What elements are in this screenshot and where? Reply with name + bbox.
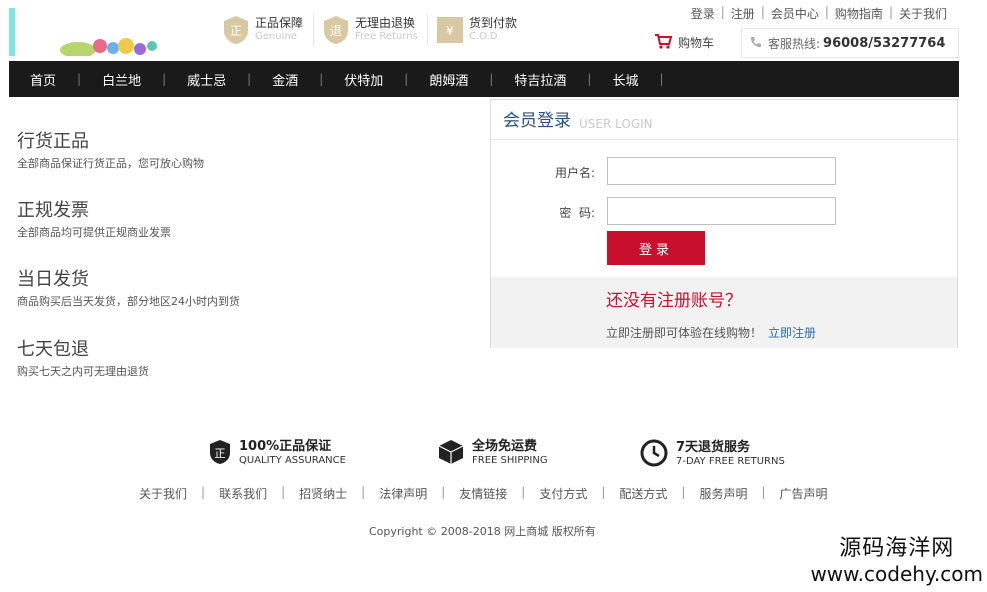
promise-genuine: 正 正品保障 Genuine bbox=[222, 14, 303, 46]
guarantee-en: QUALITY ASSURANCE bbox=[239, 454, 346, 466]
top-link-about[interactable]: 关于我们 bbox=[893, 5, 953, 22]
divider bbox=[313, 14, 314, 46]
feature-desc: 商品购买后当天发货，部分地区24小时内到货 bbox=[17, 295, 240, 308]
promise-returns: 退 无理由退换 Free Returns bbox=[322, 14, 418, 46]
feature-same-day: 当日发货 商品购买后当天发货，部分地区24小时内到货 bbox=[17, 265, 240, 309]
promise-title: 正品保障 bbox=[255, 16, 304, 30]
watermark-line1: 源码海洋网 bbox=[839, 536, 955, 561]
svg-text:正: 正 bbox=[215, 447, 226, 460]
guarantee-en: 7-DAY FREE RETURNS bbox=[676, 455, 785, 467]
svg-text:退: 退 bbox=[330, 24, 342, 38]
guarantee-quality: 正 100%正品保证 QUALITY ASSURANCE bbox=[209, 439, 346, 468]
feature-invoice: 正规发票 全部商品均可提供正规商业发票 bbox=[17, 196, 171, 240]
hotline-box: 客服热线: 96008/53277764 bbox=[741, 28, 959, 58]
nav-item-rum[interactable]: 朗姆酒 bbox=[408, 70, 489, 89]
promise-cod: ¥ 货到付款 C.O.D bbox=[436, 14, 517, 46]
cart-icon bbox=[654, 33, 673, 52]
login-title-en: USER LOGIN bbox=[579, 117, 653, 131]
register-tip-text: 立即注册即可体验在线购物！ bbox=[606, 326, 763, 340]
top-link-login[interactable]: 登录 bbox=[685, 5, 721, 22]
nav-item-whisky[interactable]: 威士忌 bbox=[166, 70, 247, 89]
cart-link[interactable]: 购物车 bbox=[654, 33, 714, 52]
footer-link-ads[interactable]: 广告声明 bbox=[780, 485, 828, 502]
cart-label: 购物车 bbox=[678, 36, 715, 50]
login-title: 会员登录 bbox=[503, 111, 571, 131]
footer-link-about[interactable]: 关于我们 bbox=[139, 485, 187, 502]
footer-link-jobs[interactable]: 招贤纳士 bbox=[299, 485, 347, 502]
svg-text:¥: ¥ bbox=[446, 24, 454, 38]
nav-item-vodka[interactable]: 伏特加 bbox=[323, 70, 404, 89]
register-link[interactable]: 立即注册 bbox=[768, 326, 816, 340]
login-button[interactable]: 登录 bbox=[607, 231, 705, 265]
shield-icon: 正 bbox=[209, 439, 231, 468]
nav-item-gin[interactable]: 金酒 bbox=[251, 70, 319, 89]
register-tip: 立即注册即可体验在线购物！ 立即注册 bbox=[606, 324, 816, 341]
promise-title: 货到付款 bbox=[469, 16, 518, 30]
username-label: 用户名: bbox=[554, 166, 595, 180]
footer-link-legal[interactable]: 法律声明 bbox=[379, 485, 427, 502]
feature-seven-day: 七天包退 购买七天之内可无理由退货 bbox=[17, 335, 149, 379]
feature-desc: 全部商品保证行货正品，您可放心购物 bbox=[17, 157, 204, 170]
genuine-badge-icon: 正 bbox=[222, 14, 250, 46]
top-link-shopping-guide[interactable]: 购物指南 bbox=[829, 5, 889, 22]
feature-genuine: 行货正品 全部商品保证行货正品，您可放心购物 bbox=[17, 127, 204, 171]
logo-image[interactable] bbox=[58, 34, 158, 58]
promise-en: Genuine bbox=[255, 31, 297, 42]
footer-link-service[interactable]: 服务声明 bbox=[699, 485, 747, 502]
feature-desc: 全部商品均可提供正规商业发票 bbox=[17, 226, 171, 239]
login-header: 会员登录 USER LOGIN bbox=[491, 100, 957, 140]
login-panel: 会员登录 USER LOGIN 用户名: 密 码: 登录 还没有注册账号？ 立即… bbox=[490, 99, 958, 348]
feature-title: 当日发货 bbox=[17, 269, 89, 290]
hotline-number: 96008/53277764 bbox=[823, 35, 946, 51]
svg-text:正: 正 bbox=[230, 24, 242, 38]
nav-item-great-wall[interactable]: 长城 bbox=[591, 70, 659, 89]
watermark: 源码海洋网 www.codehy.com bbox=[810, 530, 983, 586]
top-link-register[interactable]: 注册 bbox=[725, 5, 761, 22]
nav-item-brandy[interactable]: 白兰地 bbox=[81, 70, 162, 89]
feature-title: 正规发票 bbox=[17, 200, 89, 221]
box-icon bbox=[438, 439, 464, 468]
nav-item-home[interactable]: 首页 bbox=[9, 70, 77, 89]
watermark-line2: www.codehy.com bbox=[810, 562, 983, 586]
cod-badge-icon: ¥ bbox=[436, 14, 464, 46]
footer-link-friends[interactable]: 友情链接 bbox=[459, 485, 507, 502]
top-links: 登录 | 注册 | 会员中心 | 购物指南 | 关于我们 bbox=[685, 5, 953, 22]
returns-badge-icon: 退 bbox=[322, 14, 350, 46]
feature-desc: 购买七天之内可无理由退货 bbox=[17, 365, 149, 378]
password-label: 密 码: bbox=[559, 206, 595, 220]
phone-icon bbox=[750, 36, 762, 51]
promise-en: Free Returns bbox=[355, 31, 418, 42]
clock-icon bbox=[640, 439, 668, 470]
footer-link-contact[interactable]: 联系我们 bbox=[219, 485, 267, 502]
logo-accent-bar bbox=[9, 8, 15, 56]
feature-title: 七天包退 bbox=[17, 339, 89, 360]
promise-title: 无理由退换 bbox=[355, 16, 416, 30]
password-input[interactable] bbox=[607, 197, 836, 225]
footer-link-payment[interactable]: 支付方式 bbox=[539, 485, 587, 502]
divider bbox=[427, 14, 428, 46]
guarantee-title: 7天退货服务 bbox=[676, 439, 751, 455]
no-account-heading: 还没有注册账号？ bbox=[606, 291, 742, 311]
guarantee-title: 100%正品保证 bbox=[239, 438, 332, 454]
main-nav: 首页 | 白兰地 | 威士忌 | 金酒 | 伏特加 | 朗姆酒 | 特吉拉酒 | 长城 | bbox=[9, 61, 959, 97]
footer-link-delivery[interactable]: 配送方式 bbox=[619, 485, 667, 502]
guarantee-returns: 7天退货服务 7-DAY FREE RETURNS bbox=[640, 439, 785, 470]
guarantee-en: FREE SHIPPING bbox=[472, 454, 548, 466]
register-section: 还没有注册账号？ 立即注册即可体验在线购物！ 立即注册 bbox=[491, 277, 957, 348]
guarantee-title: 全场免运费 bbox=[472, 438, 538, 454]
nav-item-tequila[interactable]: 特吉拉酒 bbox=[493, 70, 587, 89]
footer-links: 关于我们 | 联系我们 | 招贤纳士 | 法律声明 | 友情链接 | 支付方式 | 配送方式… bbox=[139, 485, 828, 502]
promise-en: C.O.D bbox=[469, 31, 498, 42]
hotline-label: 客服热线: bbox=[768, 36, 821, 51]
copyright: Copyright © 2008-2018 网上商城 版权所有 bbox=[369, 525, 596, 538]
top-link-member-center[interactable]: 会员中心 bbox=[765, 5, 825, 22]
guarantee-shipping: 全场免运费 FREE SHIPPING bbox=[438, 439, 548, 468]
feature-title: 行货正品 bbox=[17, 131, 89, 152]
username-input[interactable] bbox=[607, 157, 836, 185]
